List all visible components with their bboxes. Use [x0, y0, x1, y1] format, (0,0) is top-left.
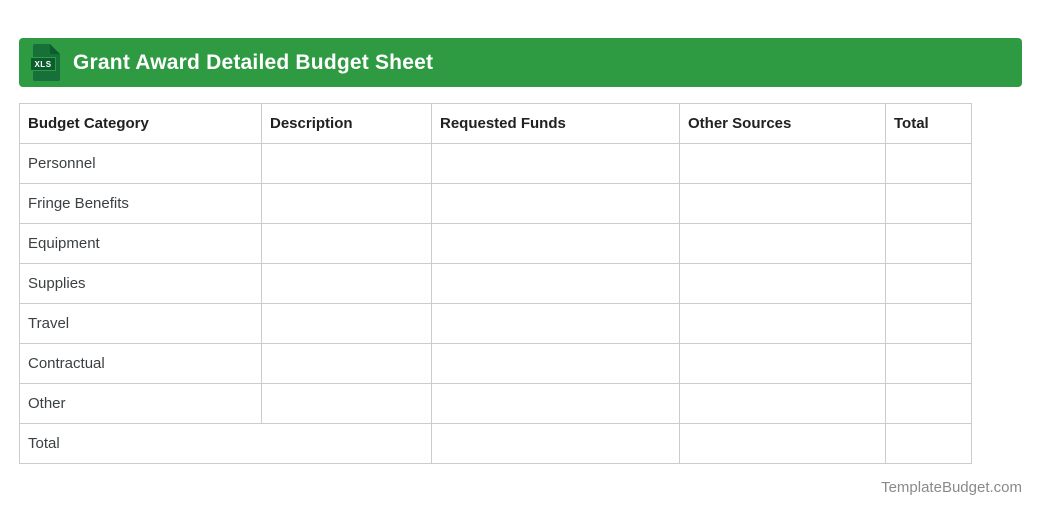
- column-header-description: Description: [261, 103, 432, 144]
- xls-file-icon: XLS: [30, 43, 60, 82]
- cell-description: [261, 143, 432, 184]
- cell-description: [261, 303, 432, 344]
- row-label-fringe-benefits: Fringe Benefits: [19, 183, 262, 224]
- cell-description: [261, 383, 432, 424]
- cell-description: [261, 263, 432, 304]
- column-header-requested-funds: Requested Funds: [431, 103, 680, 144]
- cell-total: [885, 223, 972, 264]
- cell-description: [261, 223, 432, 264]
- cell-total: [885, 423, 972, 464]
- row-label-travel: Travel: [19, 303, 262, 344]
- row-label-supplies: Supplies: [19, 263, 262, 304]
- cell-other-sources: [679, 383, 886, 424]
- row-label-total: Total: [19, 423, 432, 464]
- column-header-other-sources: Other Sources: [679, 103, 886, 144]
- cell-requested-funds: [431, 183, 680, 224]
- cell-total: [885, 143, 972, 184]
- cell-other-sources: [679, 223, 886, 264]
- cell-requested-funds: [431, 343, 680, 384]
- row-label-other: Other: [19, 383, 262, 424]
- page: XLS Grant Award Detailed Budget Sheet Bu…: [0, 0, 1040, 520]
- cell-total: [885, 303, 972, 344]
- cell-other-sources: [679, 423, 886, 464]
- row-label-contractual: Contractual: [19, 343, 262, 384]
- table-row: Supplies: [19, 263, 972, 304]
- column-header-budget-category: Budget Category: [19, 103, 262, 144]
- cell-requested-funds: [431, 303, 680, 344]
- watermark: TemplateBudget.com: [881, 479, 1022, 496]
- total-row: Total: [19, 423, 972, 464]
- cell-requested-funds: [431, 223, 680, 264]
- table-row: Travel: [19, 303, 972, 344]
- table-row: Fringe Benefits: [19, 183, 972, 224]
- page-title: Grant Award Detailed Budget Sheet: [73, 50, 434, 74]
- header-row: Budget Category Description Requested Fu…: [19, 103, 972, 144]
- cell-other-sources: [679, 183, 886, 224]
- cell-other-sources: [679, 143, 886, 184]
- cell-description: [261, 343, 432, 384]
- budget-table: Budget Category Description Requested Fu…: [19, 103, 972, 464]
- row-label-equipment: Equipment: [19, 223, 262, 264]
- xls-file-type-label: XLS: [30, 57, 56, 71]
- cell-requested-funds: [431, 383, 680, 424]
- table-row: Contractual: [19, 343, 972, 384]
- cell-total: [885, 383, 972, 424]
- cell-requested-funds: [431, 143, 680, 184]
- cell-requested-funds: [431, 423, 680, 464]
- column-header-total: Total: [885, 103, 972, 144]
- title-bar: XLS Grant Award Detailed Budget Sheet: [19, 38, 1022, 87]
- table-row: Other: [19, 383, 972, 424]
- row-label-personnel: Personnel: [19, 143, 262, 184]
- table-row: Equipment: [19, 223, 972, 264]
- cell-total: [885, 263, 972, 304]
- table-row: Personnel: [19, 143, 972, 184]
- cell-requested-funds: [431, 263, 680, 304]
- cell-total: [885, 183, 972, 224]
- cell-other-sources: [679, 263, 886, 304]
- cell-description: [261, 183, 432, 224]
- cell-other-sources: [679, 303, 886, 344]
- cell-total: [885, 343, 972, 384]
- cell-other-sources: [679, 343, 886, 384]
